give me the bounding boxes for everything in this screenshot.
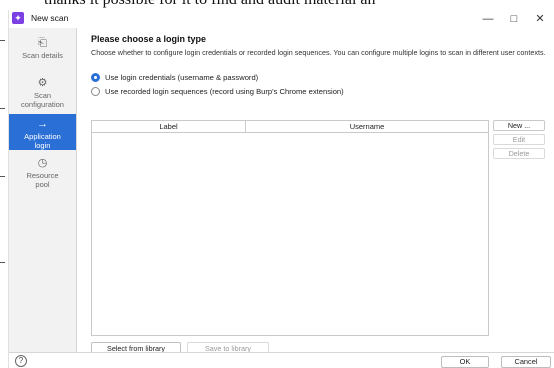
main-panel: Please choose a login type Choose whethe… xyxy=(91,34,551,355)
column-header-username[interactable]: Username xyxy=(246,121,488,132)
radio-unselected-icon[interactable] xyxy=(91,86,100,96)
sidebar-item-application-login[interactable]: → Application login xyxy=(9,114,76,150)
background-document-text: thanks it possible for it to find and au… xyxy=(44,0,375,9)
burp-logo-icon: ✦ xyxy=(12,12,24,24)
radio-selected-icon[interactable] xyxy=(91,72,100,82)
window-title: New scan xyxy=(31,13,69,23)
radio-label: Use login credentials (username & passwo… xyxy=(105,73,259,82)
close-button[interactable]: ✕ xyxy=(527,10,553,28)
radio-recorded-sequences[interactable]: Use recorded login sequences (record usi… xyxy=(91,86,344,98)
help-icon[interactable]: ? xyxy=(15,355,27,367)
maximize-button[interactable]: □ xyxy=(501,10,527,28)
column-header-label[interactable]: Label xyxy=(92,121,246,132)
new-button[interactable]: New ... xyxy=(493,120,545,131)
login-arrow-icon: → xyxy=(37,118,48,130)
description-text: Choose whether to configure login creden… xyxy=(91,48,546,57)
table-header: Label Username xyxy=(92,121,488,133)
sidebar-item-resource-pool[interactable]: ◷ Resource pool xyxy=(9,154,76,189)
sidebar-item-label: Application login xyxy=(24,132,61,150)
radio-label: Use recorded login sequences (record usi… xyxy=(105,87,344,96)
cancel-button[interactable]: Cancel xyxy=(501,356,551,368)
sidebar-item-scan-configuration[interactable]: ⚙ Scan configuration xyxy=(9,74,76,110)
page-title: Please choose a login type xyxy=(91,34,207,44)
ruler-tick xyxy=(0,262,5,263)
edit-button[interactable]: Edit xyxy=(493,134,545,145)
sidebar-item-label: Scan configuration xyxy=(21,91,64,109)
sidebar-item-label: Resource pool xyxy=(26,171,59,189)
ruler-tick xyxy=(0,108,5,109)
sidebar-item-scan-details[interactable]: ⎗ Scan details xyxy=(9,34,76,62)
ruler-tick xyxy=(0,176,5,177)
minimize-button[interactable]: — xyxy=(475,10,501,28)
send-icon: ⎗ xyxy=(38,37,47,49)
sidebar-item-label: Scan details xyxy=(22,51,63,60)
title-bar: ✦ New scan — □ ✕ xyxy=(9,10,554,28)
delete-button[interactable]: Delete xyxy=(493,148,545,159)
ruler-tick xyxy=(0,40,5,41)
radio-login-credentials[interactable]: Use login credentials (username & passwo… xyxy=(91,72,258,84)
clock-icon: ◷ xyxy=(37,157,48,169)
background-document: thanks it possible for it to find and au… xyxy=(0,0,554,10)
gear-icon: ⚙ xyxy=(37,77,48,89)
logins-table[interactable]: Label Username xyxy=(91,120,489,336)
sidebar-nav: ⎗ Scan details ⚙ Scan configuration → Ap… xyxy=(9,28,77,352)
dialog-footer: ? OK Cancel xyxy=(9,352,554,368)
new-scan-dialog: ✦ New scan — □ ✕ ⎗ Scan details ⚙ Scan c… xyxy=(8,10,554,368)
ok-button[interactable]: OK xyxy=(441,356,489,368)
